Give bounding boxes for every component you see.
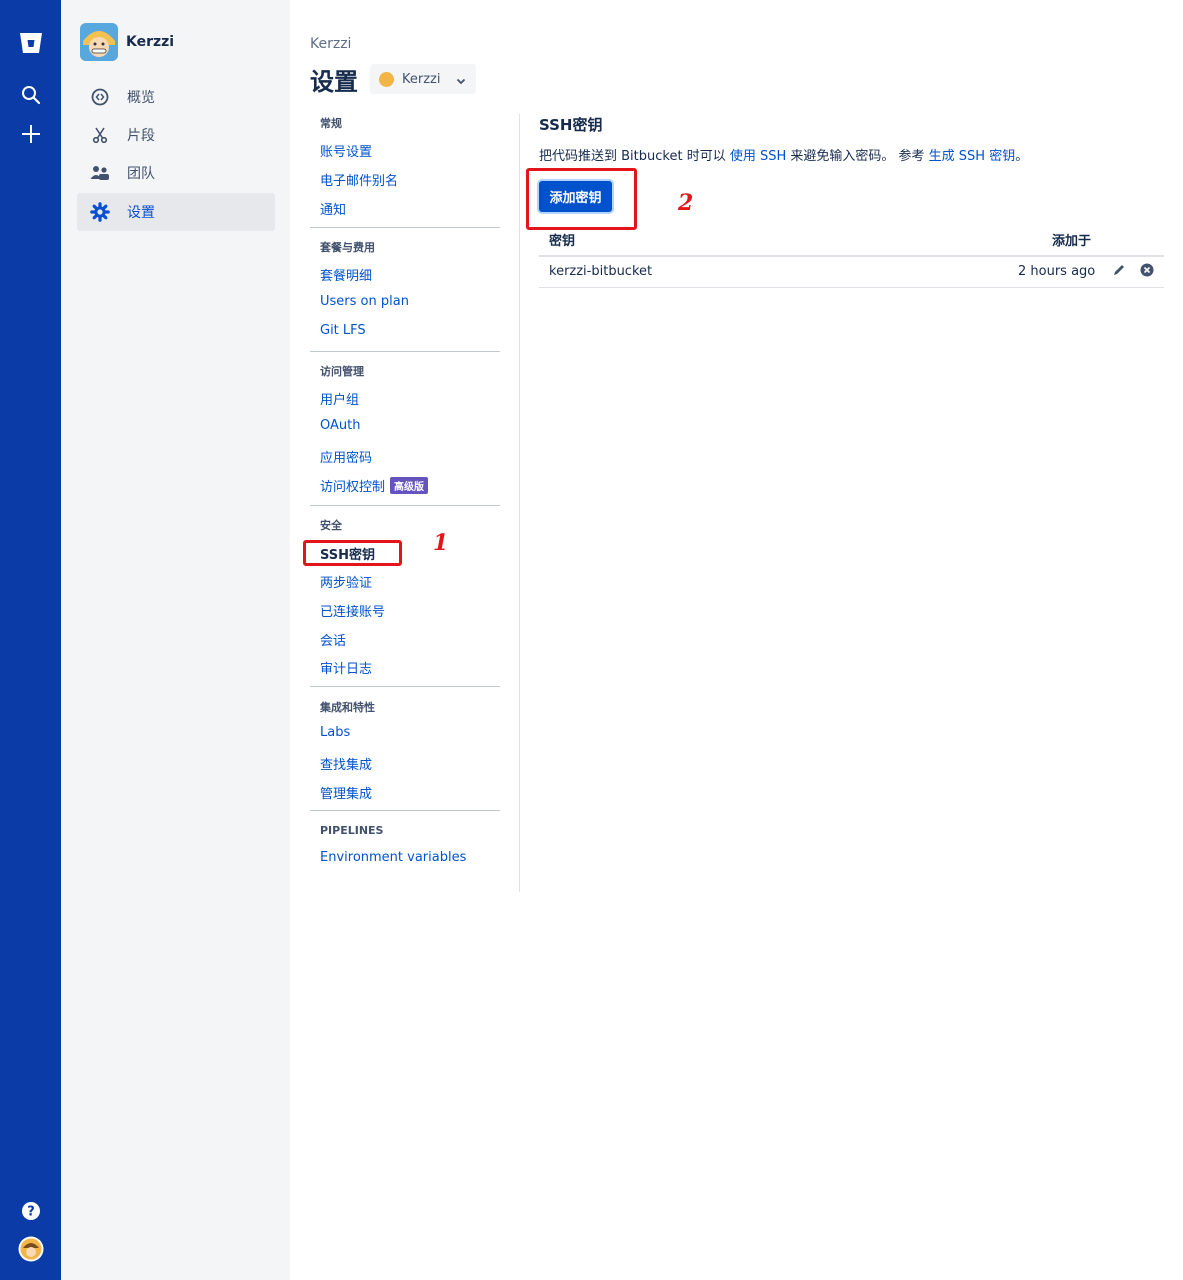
bitbucket-logo-icon[interactable] bbox=[15, 27, 46, 58]
nav-heading-general: 常规 bbox=[320, 117, 342, 130]
chevron-down-icon bbox=[456, 70, 466, 89]
divider bbox=[310, 505, 500, 506]
plus-icon[interactable] bbox=[15, 118, 46, 149]
nav-link-email-aliases[interactable]: 电子邮件别名 bbox=[320, 170, 398, 189]
page-title: 设置 bbox=[310, 68, 358, 96]
generate-ssh-key-link[interactable]: 生成 SSH 密钥 bbox=[929, 149, 1016, 164]
container-sidebar: Kerzzi 概览 片段 团队 设置 bbox=[61, 0, 290, 1280]
nav-link-access-controls[interactable]: 访问权控制 高级版 bbox=[320, 476, 429, 495]
nav-link-find-integrations[interactable]: 查找集成 bbox=[320, 754, 372, 773]
premium-badge: 高级版 bbox=[390, 477, 429, 494]
annotation-number-1: 1 bbox=[433, 530, 449, 556]
section-description: 把代码推送到 Bitbucket 时可以 使用 SSH 来避免输入密码。 参考 … bbox=[539, 145, 1028, 164]
avatar bbox=[80, 23, 118, 61]
workspace-switcher-label: Kerzzi bbox=[402, 71, 441, 87]
gear-icon bbox=[89, 201, 111, 223]
nav-link-audit-log[interactable]: 审计日志 bbox=[320, 658, 372, 677]
description-text: 把代码推送到 Bitbucket 时可以 bbox=[539, 149, 730, 164]
nav-link-git-lfs[interactable]: Git LFS bbox=[320, 323, 366, 338]
section-title: SSH密钥 bbox=[539, 116, 603, 134]
nav-link-plan-details[interactable]: 套餐明细 bbox=[320, 265, 372, 284]
description-text: 来避免输入密码。 参考 bbox=[786, 149, 929, 164]
nav-link-sessions[interactable]: 会话 bbox=[320, 630, 346, 649]
sidebar-item-label: 设置 bbox=[127, 205, 155, 221]
workspace-switcher[interactable]: Kerzzi bbox=[370, 64, 476, 94]
nav-link-connected-accounts[interactable]: 已连接账号 bbox=[320, 601, 385, 620]
divider bbox=[310, 686, 500, 687]
nav-heading-integrations: 集成和特性 bbox=[320, 701, 375, 714]
avatar[interactable] bbox=[15, 1233, 46, 1264]
breadcrumb[interactable]: Kerzzi bbox=[310, 36, 351, 52]
nav-link-manage-integrations[interactable]: 管理集成 bbox=[320, 783, 372, 802]
sidebar-item-snippets[interactable]: 片段 bbox=[77, 116, 275, 154]
pencil-icon[interactable] bbox=[1111, 262, 1127, 278]
nav-link-app-passwords[interactable]: 应用密码 bbox=[320, 447, 372, 466]
sidebar-item-label: 团队 bbox=[127, 166, 155, 182]
team-icon bbox=[89, 162, 111, 184]
nav-link-labs[interactable]: Labs bbox=[320, 725, 350, 740]
divider bbox=[310, 810, 500, 811]
divider bbox=[310, 351, 500, 352]
sidebar-item-settings[interactable]: 设置 bbox=[77, 193, 275, 231]
sidebar-item-label: 片段 bbox=[127, 128, 155, 144]
ssh-key-added-time: 2 hours ago bbox=[1018, 264, 1096, 279]
search-icon[interactable] bbox=[15, 79, 46, 110]
table-row-divider bbox=[539, 287, 1164, 288]
nav-link-notifications[interactable]: 通知 bbox=[320, 199, 346, 218]
sidebar-item-overview[interactable]: 概览 bbox=[77, 78, 275, 116]
snippets-icon bbox=[89, 124, 111, 146]
global-nav-rail: ? bbox=[0, 0, 61, 1280]
svg-text:?: ? bbox=[27, 1204, 35, 1219]
workspace-name: Kerzzi bbox=[126, 34, 175, 50]
nav-link-account-settings[interactable]: 账号设置 bbox=[320, 141, 372, 160]
table-header-divider bbox=[539, 255, 1164, 257]
add-key-button[interactable]: 添加密钥 bbox=[539, 181, 612, 212]
workspace-avatar bbox=[379, 71, 394, 87]
description-text: 。 bbox=[1015, 149, 1029, 164]
nav-heading-plans-billing: 套餐与费用 bbox=[320, 241, 375, 254]
overview-icon bbox=[89, 86, 111, 108]
nav-heading-access-management: 访问管理 bbox=[320, 365, 364, 378]
sidebar-item-label: 概览 bbox=[127, 90, 155, 106]
nav-heading-pipelines: PIPELINES bbox=[320, 824, 384, 837]
workspace-header[interactable]: Kerzzi bbox=[80, 22, 174, 62]
nav-link-user-groups[interactable]: 用户组 bbox=[320, 389, 359, 408]
nav-heading-security: 安全 bbox=[320, 519, 342, 532]
use-ssh-link[interactable]: 使用 SSH bbox=[730, 149, 786, 164]
divider bbox=[310, 227, 500, 228]
column-divider bbox=[519, 114, 520, 892]
help-icon[interactable]: ? bbox=[15, 1195, 46, 1226]
remove-icon[interactable] bbox=[1139, 262, 1155, 278]
nav-link-two-step-verification[interactable]: 两步验证 bbox=[320, 572, 372, 591]
sidebar-item-team[interactable]: 团队 bbox=[77, 154, 275, 192]
nav-link-label: 访问权控制 bbox=[320, 480, 386, 495]
nav-link-oauth[interactable]: OAuth bbox=[320, 418, 360, 433]
column-header-added: 添加于 bbox=[1052, 234, 1092, 249]
nav-link-users-on-plan[interactable]: Users on plan bbox=[320, 294, 409, 309]
ssh-key-label: kerzzi-bitbucket bbox=[549, 264, 653, 279]
annotation-box-1 bbox=[303, 540, 402, 566]
column-header-key: 密钥 bbox=[549, 234, 576, 249]
nav-link-environment-variables[interactable]: Environment variables bbox=[320, 850, 466, 865]
annotation-number-2: 2 bbox=[678, 190, 694, 216]
